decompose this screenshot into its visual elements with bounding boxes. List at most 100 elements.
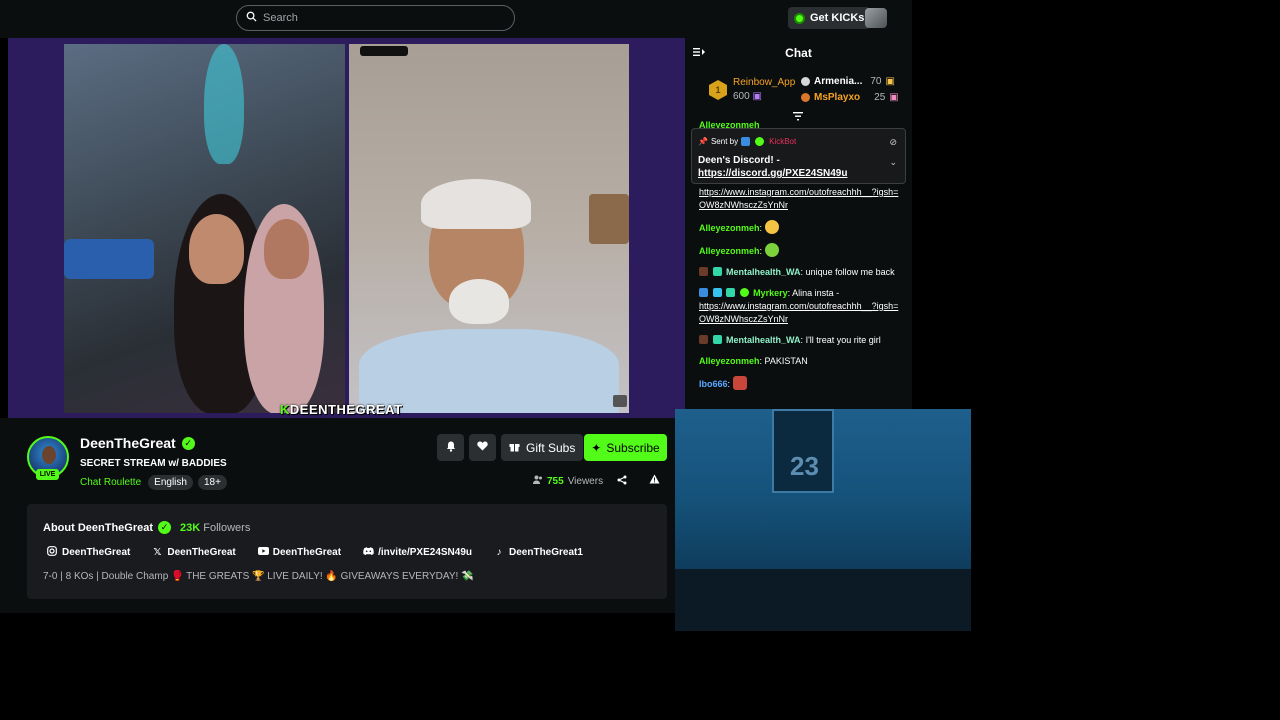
sub-badge-icon: [726, 288, 736, 297]
chat-username[interactable]: Ibo666: [699, 379, 728, 389]
chat-message: https://www.instagram.com/outofreachhh__…: [699, 186, 899, 212]
sub-badge-icon: [712, 335, 722, 344]
chat-message: Alleyezonmeh: PAKISTAN: [699, 356, 808, 366]
about-panel: About DeenTheGreat ✓ 23K Followers DeenT…: [27, 504, 667, 599]
about-heading: About DeenTheGreat: [43, 521, 154, 534]
chat-username[interactable]: Mentalhealth_WA: [726, 335, 801, 345]
verified-icon: ✓: [158, 521, 172, 534]
category-link[interactable]: Chat Roulette: [80, 477, 141, 488]
leader-first-name[interactable]: Reinbow_App: [733, 77, 795, 88]
chat-message: Alleyezonmeh:: [699, 243, 899, 258]
chat-username[interactable]: Myrkery: [753, 288, 788, 298]
instagram-icon: [47, 546, 57, 559]
badge-icon: [699, 267, 708, 276]
category-row: Chat Roulette English 18+: [80, 475, 227, 490]
heart-icon: [477, 441, 488, 454]
notification-button[interactable]: [437, 434, 464, 461]
discord-icon: [363, 547, 374, 558]
social-tiktok[interactable]: ♪ DeenTheGreat1: [494, 547, 583, 558]
gift-subs-button[interactable]: Gift Subs: [501, 434, 584, 461]
verified-icon: [755, 137, 765, 146]
x-icon: 𝕏: [153, 547, 162, 558]
leader-second[interactable]: Armenia... 70 ▣: [801, 76, 895, 87]
pinned-sender-row: 📌 Sent by KickBot: [698, 137, 796, 146]
pinned-message[interactable]: 📌 Sent by KickBot ⊘ Deen's Discord! - ht…: [691, 128, 906, 184]
social-discord[interactable]: /invite/PXE24SN49u: [363, 547, 472, 558]
tag-english[interactable]: English: [148, 475, 193, 490]
get-kicks-label: Get KICKs: [810, 12, 865, 24]
pinned-sender: KickBot: [769, 137, 797, 146]
emote-icon: [764, 220, 779, 234]
kick-coin-icon: [794, 12, 805, 24]
secondary-video[interactable]: 23: [675, 409, 971, 631]
room-scene: [675, 569, 971, 631]
chevron-down-icon[interactable]: ⌄: [889, 157, 897, 168]
gift-icon: ▣: [889, 92, 899, 103]
badge-icon: [712, 288, 722, 297]
emote-icon: [732, 376, 747, 390]
chat-link[interactable]: https://www.instagram.com/outofreachhh__…: [699, 301, 898, 324]
hide-pin-icon[interactable]: ⊘: [889, 137, 897, 148]
chat-panel: Chat 1 Reinbow_App 600 ▣ Armenia... 70 ▣…: [685, 38, 912, 410]
youtube-icon: [257, 547, 269, 558]
video-player[interactable]: KDEENTHEGREAT: [8, 38, 685, 418]
tag-18plus[interactable]: 18+: [197, 475, 227, 490]
bell-icon: [446, 441, 456, 455]
filter-icon[interactable]: [793, 112, 803, 124]
top-bar: Get KICKs: [0, 0, 912, 38]
search-bar[interactable]: [236, 5, 515, 31]
get-kicks-button[interactable]: Get KICKs: [788, 7, 871, 29]
tiktok-icon: ♪: [496, 547, 502, 558]
channel-bio: 7-0 | 8 KOs | Double Champ 🥊 THE GREATS …: [43, 571, 474, 582]
chat-message: Alleyezonmeh:: [699, 220, 899, 235]
followers-count: 23K Followers: [180, 521, 251, 534]
video-mini-label: [360, 46, 408, 56]
wall-poster: 23: [772, 409, 834, 493]
sparkle-icon: ✦: [591, 440, 602, 455]
verified-icon: ✓: [181, 436, 195, 450]
social-instagram[interactable]: DeenTheGreat: [47, 546, 130, 559]
chat-username[interactable]: Alleyezonmeh: [699, 246, 760, 256]
rank-two-icon: [801, 77, 810, 86]
follow-button[interactable]: [469, 434, 496, 461]
badge-icon: [699, 335, 708, 344]
chat-message: Mentalhealth_WA: I'll treat you rite gir…: [699, 334, 899, 347]
chat-username[interactable]: Mentalhealth_WA: [726, 267, 801, 277]
chat-username[interactable]: Alleyezonmeh: [699, 223, 760, 233]
user-avatar[interactable]: [865, 8, 887, 28]
report-icon[interactable]: [649, 474, 660, 487]
channel-name[interactable]: DeenTheGreat: [80, 435, 176, 451]
emote-icon: [764, 243, 779, 257]
viewers-icon: [533, 475, 543, 487]
pinned-discord-link[interactable]: https://discord.gg/PXE24SN49u: [698, 168, 847, 179]
gift-leaderboard: 1 Reinbow_App 600 ▣ Armenia... 70 ▣ MsPl…: [685, 70, 912, 114]
channel-info: LIVE DeenTheGreat ✓ SECRET STREAM w/ BAD…: [0, 418, 685, 613]
video-feed-right: [349, 44, 629, 413]
rank-one-badge: 1: [709, 80, 727, 100]
chat-message: Myrkery: Alina insta - https://www.insta…: [699, 288, 899, 324]
viewer-count: 755 Viewers: [533, 475, 603, 487]
share-icon[interactable]: [617, 475, 627, 488]
subscribe-label: Subscribe: [606, 440, 660, 455]
social-x[interactable]: 𝕏 DeenTheGreat: [152, 547, 235, 558]
chat-link[interactable]: https://www.instagram.com/outofreachhh__…: [699, 187, 898, 210]
chat-message: Ibo666:: [699, 376, 899, 391]
subscribe-button[interactable]: ✦ Subscribe: [584, 434, 667, 461]
fullscreen-icon[interactable]: [613, 395, 627, 407]
search-icon: [246, 9, 257, 27]
social-links: DeenTheGreat 𝕏 DeenTheGreat DeenTheGreat…: [47, 546, 605, 559]
gift-icon: [509, 441, 520, 455]
social-youtube[interactable]: DeenTheGreat: [257, 547, 341, 558]
viewers-label: Viewers: [567, 475, 604, 487]
search-input[interactable]: [263, 12, 503, 24]
pin-icon: 📌: [698, 137, 708, 146]
sub-badge-icon: [712, 267, 722, 276]
gift-icon: ▣: [885, 76, 895, 87]
poster-number: 23: [790, 451, 819, 481]
channel-name-row: DeenTheGreat ✓: [80, 435, 195, 451]
viewers-number: 755: [547, 475, 564, 487]
chat-title: Chat: [785, 46, 812, 60]
leader-third[interactable]: MsPlayxo 25 ▣: [801, 92, 899, 103]
sent-by-label: Sent by: [710, 137, 739, 146]
chat-username[interactable]: Alleyezonmeh: [699, 356, 760, 366]
